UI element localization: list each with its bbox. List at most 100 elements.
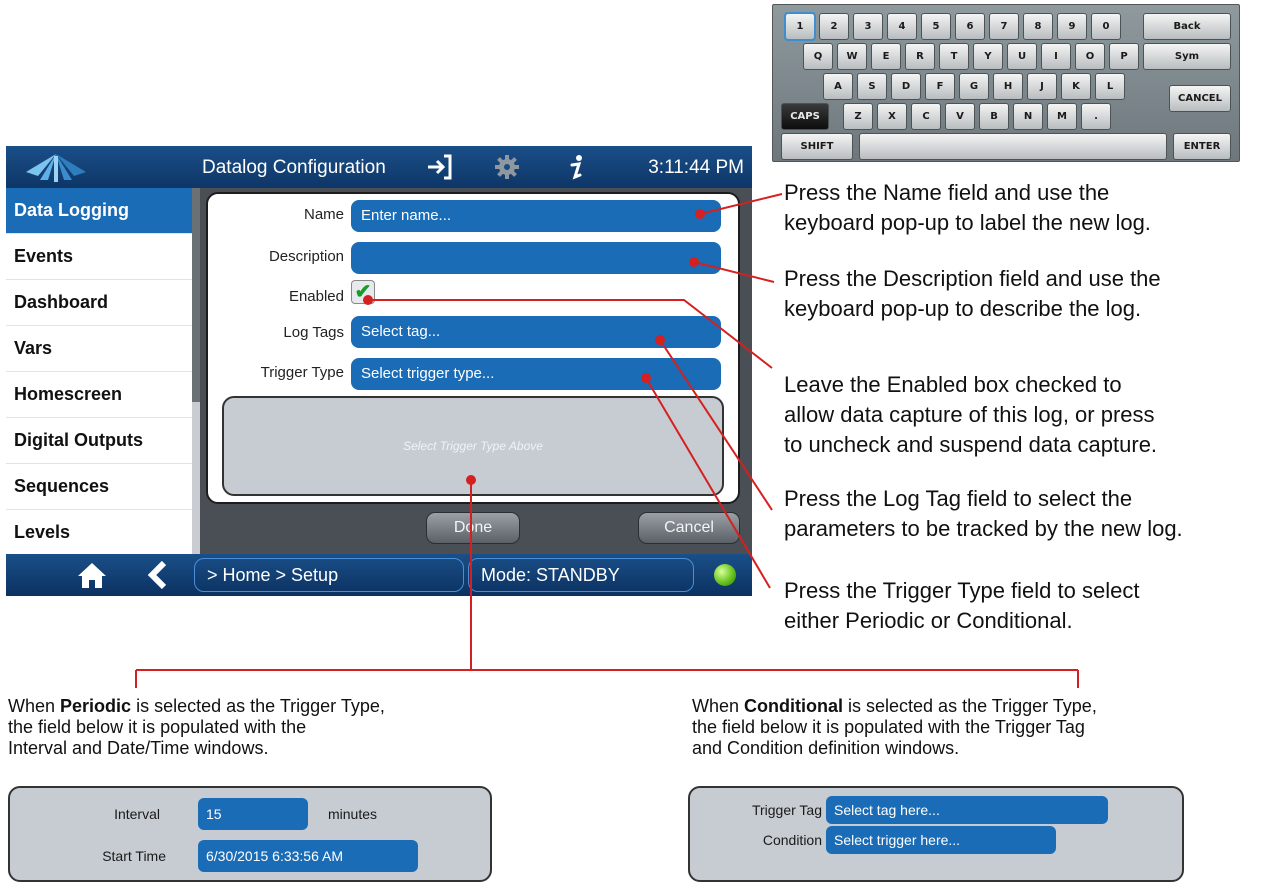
key-d[interactable]: D <box>891 73 921 100</box>
key-k[interactable]: K <box>1061 73 1091 100</box>
key-c[interactable]: C <box>911 103 941 130</box>
callout-log-tag-line-1: Press the Log Tag field to select the <box>784 486 1133 511</box>
breadcrumb[interactable]: > Home > Setup <box>194 558 464 592</box>
key-b[interactable]: B <box>979 103 1009 130</box>
key-q[interactable]: Q <box>803 43 833 70</box>
sidebar-item-digital-outputs[interactable]: Digital Outputs <box>6 418 192 464</box>
sidebar-item-vars[interactable]: Vars <box>6 326 192 372</box>
key-caps[interactable]: CAPS <box>781 103 829 130</box>
description-label: Description <box>268 248 344 265</box>
key-2[interactable]: 2 <box>819 13 849 40</box>
key-8[interactable]: 8 <box>1023 13 1053 40</box>
start-time-label: Start Time <box>102 848 166 864</box>
callout-description-line-2: keyboard pop-up to describe the log. <box>784 296 1142 321</box>
log-tags-label: Log Tags <box>283 324 344 341</box>
key-r[interactable]: R <box>905 43 935 70</box>
key-n[interactable]: N <box>1013 103 1043 130</box>
key-shift[interactable]: SHIFT <box>781 133 853 160</box>
key-4[interactable]: 4 <box>887 13 917 40</box>
done-button[interactable]: Done <box>426 512 520 544</box>
key-g[interactable]: G <box>959 73 989 100</box>
enabled-checkbox[interactable]: ✔ <box>351 280 375 304</box>
key-f[interactable]: F <box>925 73 955 100</box>
key-m[interactable]: M <box>1047 103 1077 130</box>
conditional-note-line-1: When Conditional is selected as the Trig… <box>692 696 1097 717</box>
sidebar-item-events[interactable]: Events <box>6 234 192 280</box>
callout-description-line-1: Press the Description field and use the <box>784 266 1161 291</box>
mode-status: Mode: STANDBY <box>468 558 694 592</box>
conditional-settings-panel: Trigger Tag Select tag here... Condition… <box>688 786 1184 882</box>
conditional-note: When Conditional is selected as the Trig… <box>692 696 1097 759</box>
key-period[interactable]: . <box>1081 103 1111 130</box>
key-o[interactable]: O <box>1075 43 1105 70</box>
trigger-tag-label: Trigger Tag <box>751 802 822 818</box>
key-p[interactable]: P <box>1109 43 1139 70</box>
key-e[interactable]: E <box>871 43 901 70</box>
onscreen-keyboard: 1 2 3 4 5 6 7 8 9 0 Back Q W E R T Y U I… <box>772 4 1240 162</box>
key-3[interactable]: 3 <box>853 13 883 40</box>
key-x[interactable]: X <box>877 103 907 130</box>
log-tags-field[interactable]: Select tag... <box>351 316 721 348</box>
key-j[interactable]: J <box>1027 73 1057 100</box>
key-6[interactable]: 6 <box>955 13 985 40</box>
sidebar: Data Logging Events Dashboard Vars Homes… <box>6 188 192 554</box>
info-icon[interactable] <box>562 153 592 181</box>
trigger-settings-area: Select Trigger Type Above <box>222 396 724 496</box>
key-5[interactable]: 5 <box>921 13 951 40</box>
conditional-note-line-3: and Condition definition windows. <box>692 738 960 758</box>
conditional-note-rest: is selected as the Trigger Type, <box>843 696 1097 716</box>
key-i[interactable]: I <box>1041 43 1071 70</box>
callout-trigger-type: Press the Trigger Type field to select e… <box>784 576 1139 636</box>
key-l[interactable]: L <box>1095 73 1125 100</box>
sidebar-scroll-thumb[interactable] <box>192 188 200 402</box>
key-u[interactable]: U <box>1007 43 1037 70</box>
key-9[interactable]: 9 <box>1057 13 1087 40</box>
cancel-button[interactable]: Cancel <box>638 512 740 544</box>
key-w[interactable]: W <box>837 43 867 70</box>
key-back[interactable]: Back <box>1143 13 1231 40</box>
sidebar-item-levels[interactable]: Levels <box>6 510 192 554</box>
name-field[interactable]: Enter name... <box>351 200 721 232</box>
sidebar-item-dashboard[interactable]: Dashboard <box>6 280 192 326</box>
key-1[interactable]: 1 <box>784 12 816 41</box>
callout-description: Press the Description field and use the … <box>784 264 1161 324</box>
key-h[interactable]: H <box>993 73 1023 100</box>
gear-icon[interactable] <box>492 153 522 181</box>
trigger-tag-field[interactable]: Select tag here... <box>826 796 1108 824</box>
key-v[interactable]: V <box>945 103 975 130</box>
key-a[interactable]: A <box>823 73 853 100</box>
condition-field[interactable]: Select trigger here... <box>826 826 1056 854</box>
sidebar-item-sequences[interactable]: Sequences <box>6 464 192 510</box>
sidebar-item-homescreen[interactable]: Homescreen <box>6 372 192 418</box>
back-chevron-icon[interactable] <box>142 561 174 589</box>
callout-trigger-type-line-1: Press the Trigger Type field to select <box>784 578 1140 603</box>
sidebar-scrollbar[interactable] <box>192 188 200 554</box>
periodic-note-bold: Periodic <box>60 696 132 716</box>
key-0[interactable]: 0 <box>1091 13 1121 40</box>
key-sym[interactable]: Sym <box>1143 43 1231 70</box>
start-time-field[interactable]: 6/30/2015 6:33:56 AM <box>198 840 418 872</box>
periodic-note-line-1: When Periodic is selected as the Trigger… <box>8 696 385 717</box>
sign-in-icon[interactable] <box>424 153 454 181</box>
key-s[interactable]: S <box>857 73 887 100</box>
key-z[interactable]: Z <box>843 103 873 130</box>
trigger-type-label: Trigger Type <box>260 364 344 381</box>
periodic-note-prefix: When <box>8 696 61 716</box>
callout-name-line-1: Press the Name field and use the <box>784 180 1110 205</box>
key-space[interactable] <box>859 133 1167 160</box>
description-field[interactable] <box>351 242 721 274</box>
interval-field[interactable]: 15 <box>198 798 308 830</box>
callout-trigger-type-line-2: either Periodic or Conditional. <box>784 608 1073 633</box>
key-cancel[interactable]: CANCEL <box>1169 85 1231 112</box>
sidebar-item-data-logging[interactable]: Data Logging <box>6 188 192 234</box>
key-y[interactable]: Y <box>973 43 1003 70</box>
key-t[interactable]: T <box>939 43 969 70</box>
callout-log-tag: Press the Log Tag field to select the pa… <box>784 484 1183 544</box>
key-7[interactable]: 7 <box>989 13 1019 40</box>
key-enter[interactable]: ENTER <box>1173 133 1231 160</box>
home-icon[interactable] <box>76 561 108 589</box>
teledyne-logo-icon <box>26 154 86 182</box>
condition-label: Condition <box>762 832 822 848</box>
trigger-type-field[interactable]: Select trigger type... <box>351 358 721 390</box>
callout-log-tag-line-2: parameters to be tracked by the new log. <box>784 516 1183 541</box>
